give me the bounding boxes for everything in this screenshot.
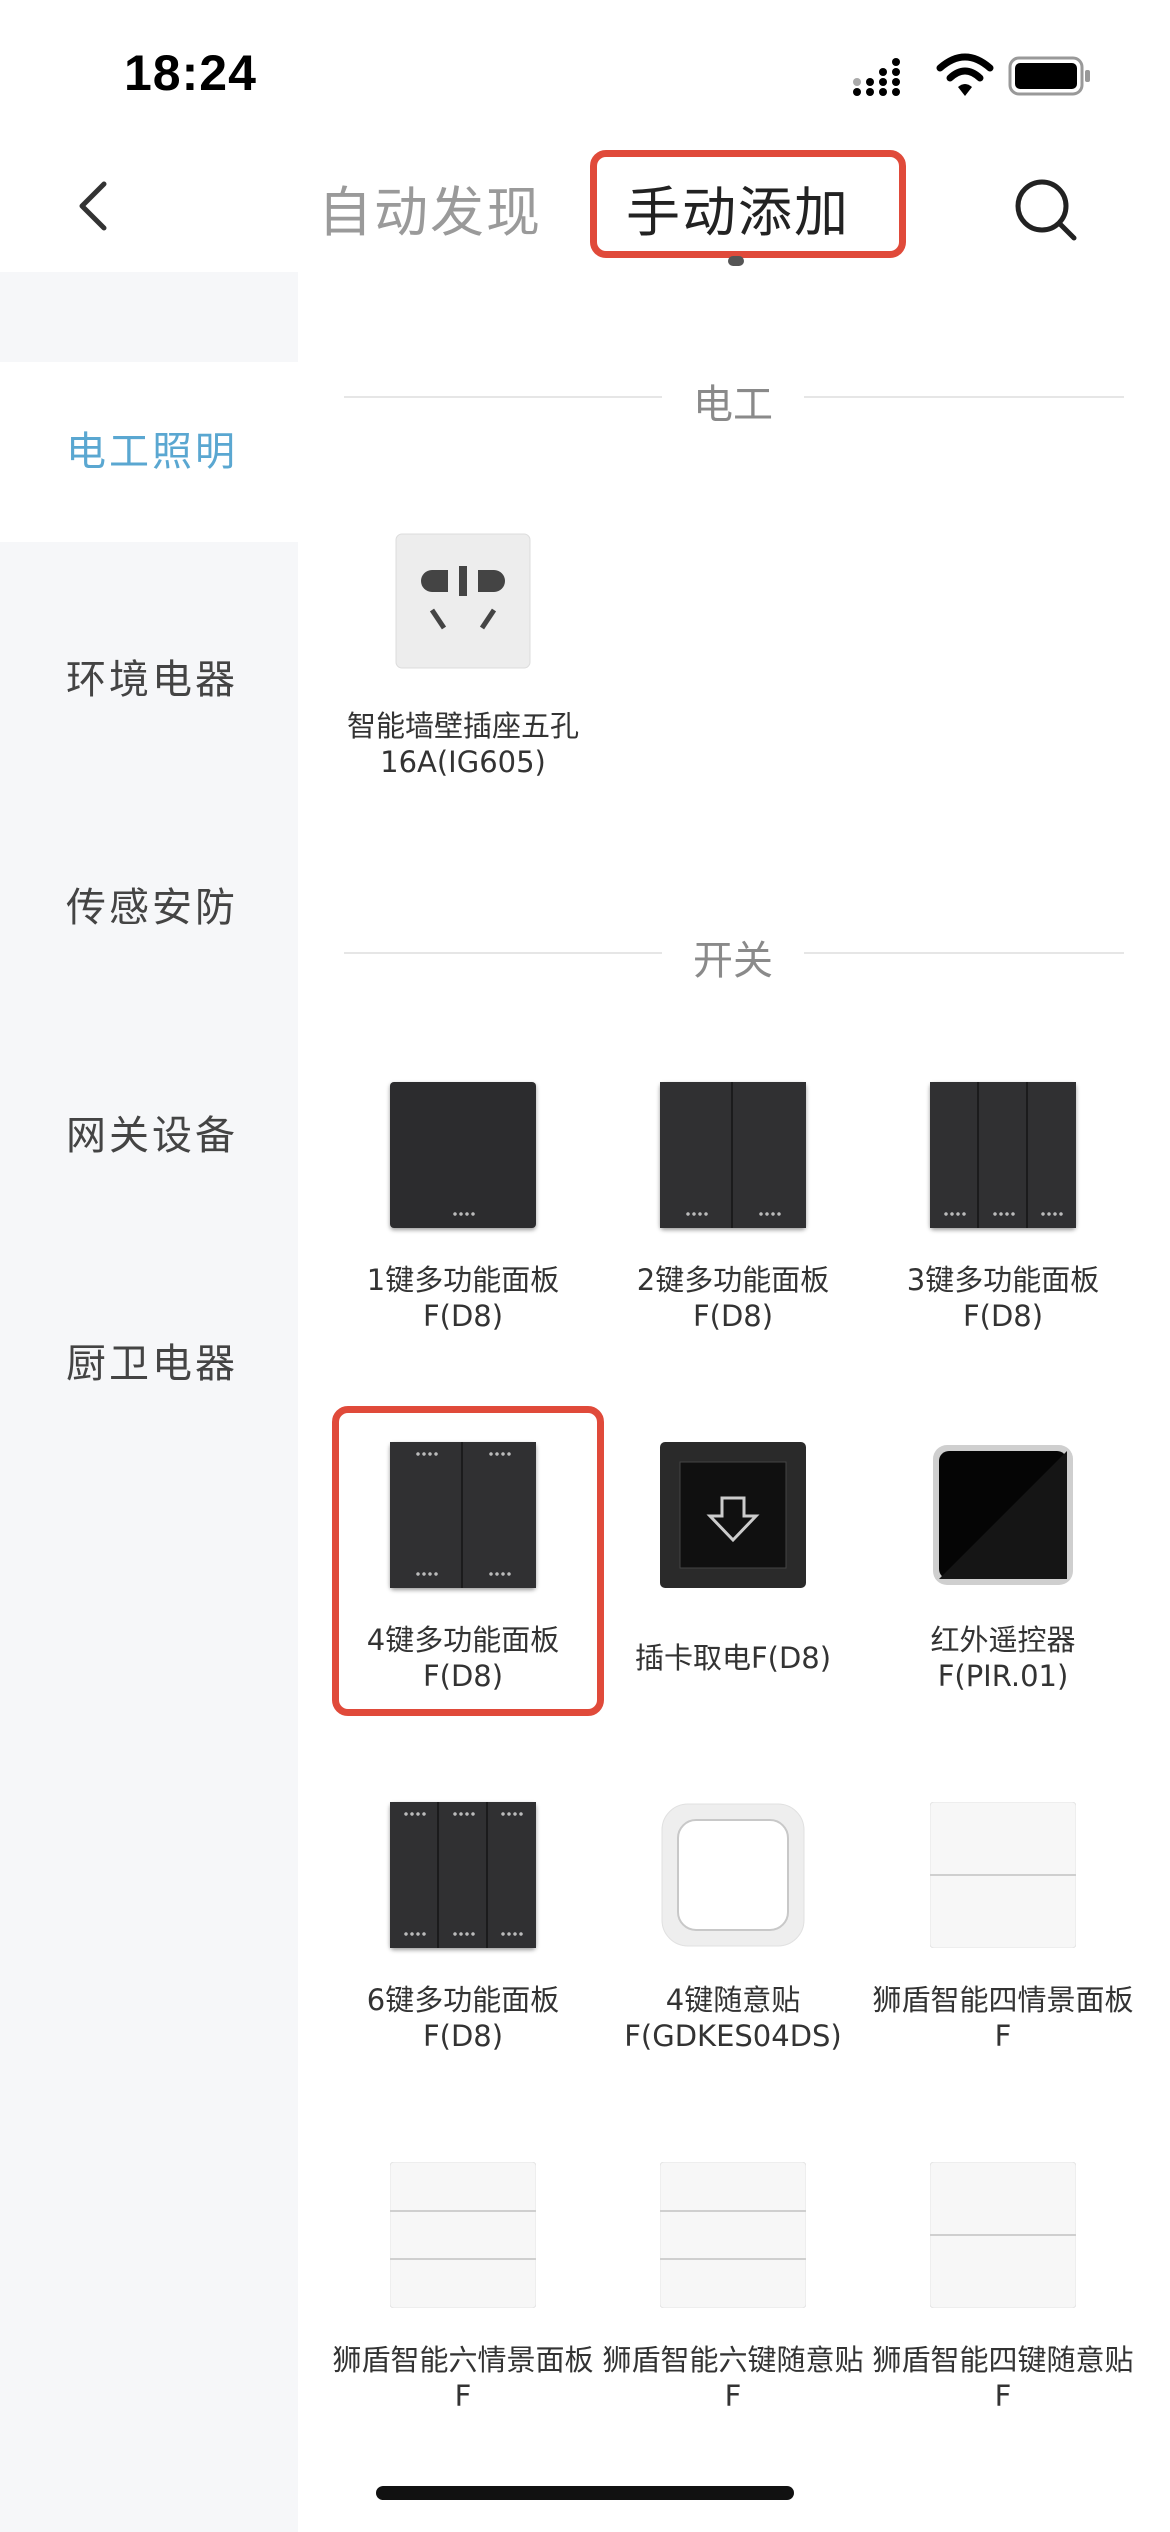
tab-auto-discover[interactable]: 自动发现 (318, 168, 542, 247)
wifi-icon (936, 53, 994, 96)
device-item[interactable]: 狮盾智能四键随意贴F (868, 2161, 1138, 2414)
switch-2-gang-icon (660, 1082, 806, 1228)
category-sidebar: 电工照明 环境电器 传感安防 网关设备 厨卫电器 (0, 272, 298, 2532)
nav-header: 自动发现 手动添加 (0, 140, 1170, 272)
section-header-switches: 开关 (344, 922, 1124, 984)
device-label: 狮盾智能六键随意贴F (602, 2343, 864, 2413)
device-label: 3键多功能面板F(D8) (906, 1263, 1100, 1333)
device-list: 电工 智能墙壁插座五孔16A(IG605) 开关 1键多功能面板F(D8) 2键… (298, 272, 1170, 2532)
device-item[interactable]: 狮盾智能四情景面板F (868, 1801, 1138, 2054)
battery-icon (1008, 56, 1090, 96)
ir-remote-icon (930, 1442, 1076, 1588)
sidebar-item-electrical-lighting[interactable]: 电工照明 (0, 362, 298, 542)
switch-1-gang-icon (390, 1082, 536, 1228)
device-label: 狮盾智能四情景面板F (872, 1983, 1134, 2053)
search-icon[interactable] (1010, 174, 1080, 244)
switch-3-gang-icon (930, 1082, 1076, 1228)
device-item[interactable]: 4键随意贴F(GDKES04DS) (598, 1802, 868, 2054)
device-label: 红外遥控器F(PIR.01) (930, 1623, 1076, 1693)
section-title: 开关 (693, 938, 773, 984)
status-time: 18:24 (124, 45, 257, 101)
device-label: 智能墙壁插座五孔16A(IG605) (346, 709, 579, 779)
wall-socket-icon (390, 528, 536, 674)
active-tab-indicator (728, 256, 744, 266)
device-item[interactable]: 红外遥控器F(PIR.01) (868, 1442, 1138, 1694)
device-label: 1键多功能面板F(D8) (366, 1263, 560, 1333)
section-header-electrical: 电工 (344, 366, 1124, 428)
device-item[interactable]: 2键多功能面板F(D8) (598, 1082, 868, 1334)
back-chevron-icon[interactable] (66, 176, 126, 236)
device-label: 狮盾智能四键随意贴F (872, 2343, 1134, 2413)
device-label: 6键多功能面板F(D8) (366, 1983, 560, 2053)
card-power-icon (660, 1442, 806, 1588)
sticker-switch-icon (660, 1802, 806, 1948)
device-item[interactable]: 6键多功能面板F(D8) (328, 1802, 598, 2054)
section-title: 电工 (693, 382, 773, 428)
device-item[interactable]: 3键多功能面板F(D8) (868, 1082, 1138, 1334)
device-item[interactable]: 1键多功能面板F(D8) (328, 1082, 598, 1334)
selected-item-highlight-box (332, 1406, 604, 1716)
manual-add-highlight-box (590, 150, 906, 258)
device-item[interactable]: 狮盾智能六情景面板F (328, 2161, 598, 2414)
device-label: 狮盾智能六情景面板F (332, 2343, 594, 2413)
sidebar-item-kitchen-bath[interactable]: 厨卫电器 (0, 1274, 298, 1454)
sidebar-item-sensor-security[interactable]: 传感安防 (0, 818, 298, 998)
cellular-signal-icon (853, 58, 900, 96)
scene-panel-6-icon (389, 2161, 537, 2309)
scene-panel-4-icon (929, 1801, 1077, 1949)
device-item[interactable]: 插卡取电F(D8) (598, 1442, 868, 1676)
device-label: 4键随意贴F(GDKES04DS) (624, 1983, 842, 2053)
sticker-6-key-icon (659, 2161, 807, 2309)
device-item[interactable]: 狮盾智能六键随意贴F (598, 2161, 868, 2414)
home-indicator[interactable] (376, 2486, 794, 2500)
device-label: 插卡取电F(D8) (634, 1641, 832, 1675)
device-item[interactable]: 智能墙壁插座五孔16A(IG605) (328, 528, 598, 780)
status-bar: 18:24 (0, 0, 1170, 140)
device-label: 2键多功能面板F(D8) (636, 1263, 830, 1333)
sidebar-item-gateway-devices[interactable]: 网关设备 (0, 1046, 298, 1226)
sidebar-item-environment-appliances[interactable]: 环境电器 (0, 590, 298, 770)
sticker-4-key-icon (929, 2161, 1077, 2309)
switch-6-gang-icon (390, 1802, 536, 1948)
